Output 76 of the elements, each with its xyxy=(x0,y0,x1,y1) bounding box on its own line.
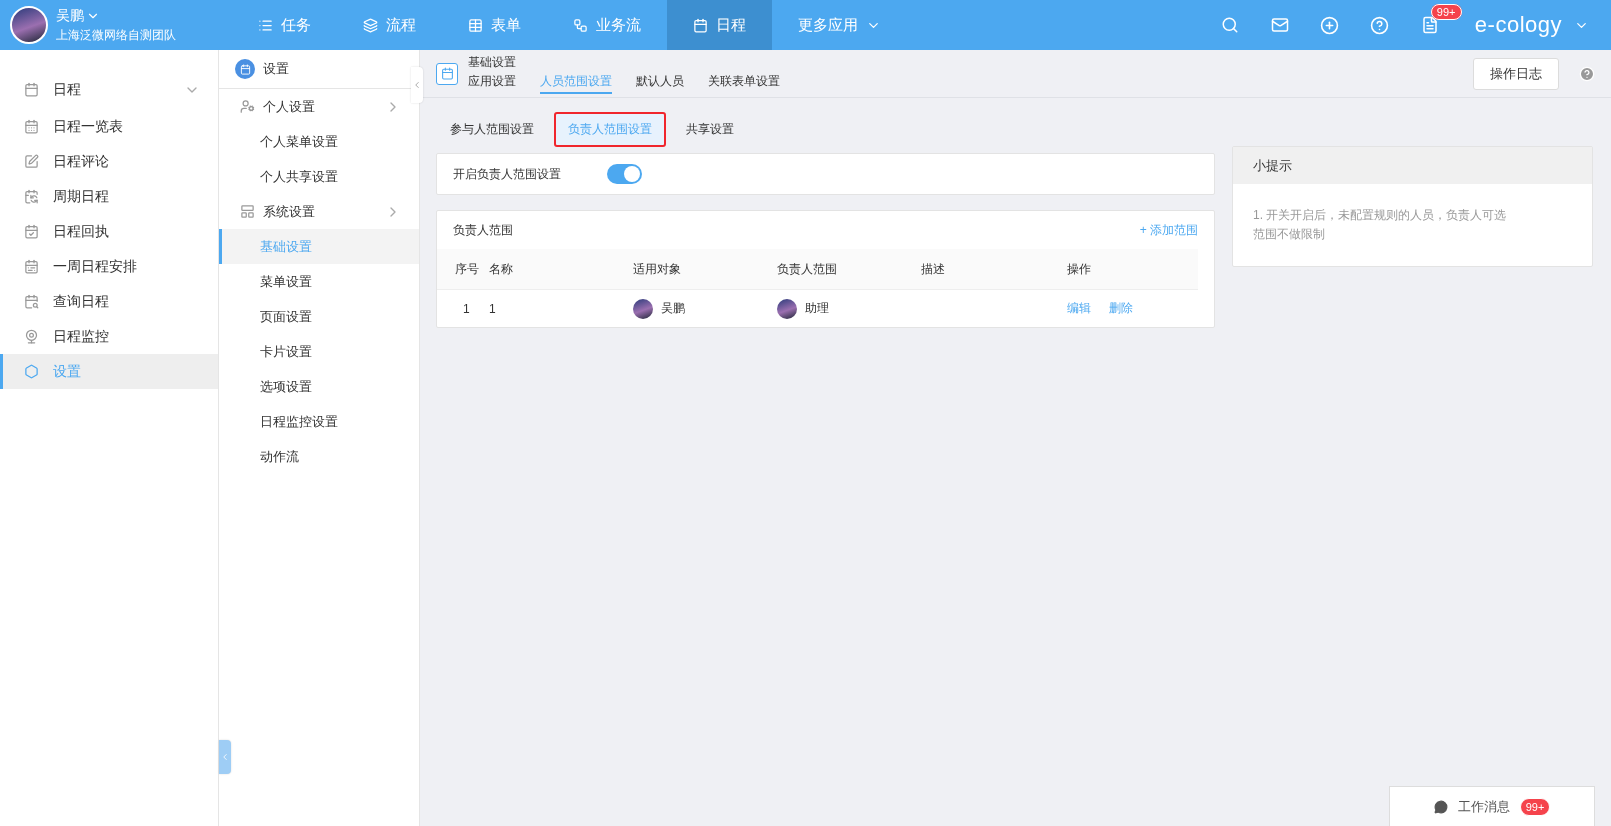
card-title: 负责人范围 xyxy=(453,221,513,239)
column-header: 序号 xyxy=(437,249,489,289)
message-badge: 99+ xyxy=(1519,797,1551,816)
user-gear-icon xyxy=(240,99,255,114)
help-icon[interactable] xyxy=(1579,65,1595,82)
calendar-icon xyxy=(24,82,39,97)
column-header: 描述 xyxy=(921,249,1067,289)
column-header: 名称 xyxy=(489,249,633,289)
menu-item[interactable]: 选项设置 xyxy=(219,369,419,404)
menu-title: 设置 xyxy=(263,60,289,78)
sub-tab[interactable]: 共享设置 xyxy=(672,112,748,147)
calendar-icon xyxy=(436,62,458,85)
edit-icon xyxy=(24,154,39,169)
mail-icon[interactable] xyxy=(1270,16,1289,34)
workflow-icon xyxy=(573,17,588,33)
sidebar-item[interactable]: 一周日程安排 xyxy=(0,249,218,284)
search-icon[interactable] xyxy=(1220,16,1239,34)
document-icon[interactable] xyxy=(1420,16,1439,34)
menu-item[interactable]: 页面设置 xyxy=(219,299,419,334)
calendar-search-icon xyxy=(24,294,39,309)
column-header: 适用对象 xyxy=(633,249,777,289)
webcam-icon xyxy=(24,329,39,344)
column-header: 负责人范围 xyxy=(777,249,921,289)
collapse-handle[interactable] xyxy=(411,67,423,103)
page-tab[interactable]: 关联表单设置 xyxy=(708,72,780,94)
menu-group[interactable]: 系统设置 xyxy=(219,194,419,229)
calendar-icon xyxy=(24,224,39,239)
table-icon xyxy=(468,17,483,33)
menu-group[interactable]: 个人设置 xyxy=(219,89,419,124)
calendar-icon xyxy=(24,259,39,274)
calendar-icon xyxy=(24,119,39,134)
menu-item[interactable]: 卡片设置 xyxy=(219,334,419,369)
hexagon-icon xyxy=(24,364,39,379)
add-icon[interactable] xyxy=(1320,15,1340,35)
log-button[interactable]: 操作日志 xyxy=(1473,57,1559,90)
toggle-switch[interactable] xyxy=(607,164,642,184)
panel-icon xyxy=(240,204,255,219)
notification-badge: 99+ xyxy=(1430,4,1462,20)
calendar-icon xyxy=(693,17,708,33)
toggle-label: 开启负责人范围设置 xyxy=(453,165,561,183)
settings-badge-icon xyxy=(235,59,255,79)
messages-button[interactable]: 工作消息 99+ xyxy=(1389,786,1595,826)
page-tab[interactable]: 默认人员 xyxy=(636,72,684,94)
menu-item[interactable]: 动作流 xyxy=(219,439,419,474)
page-tab[interactable]: 应用设置 xyxy=(468,72,516,94)
sidebar-item[interactable]: 日程一览表 xyxy=(0,109,218,144)
sidebar-item[interactable]: 周期日程 xyxy=(0,179,218,214)
page-title: 基础设置 xyxy=(468,53,517,71)
calendar-icon xyxy=(24,189,39,204)
expand-handle[interactable] xyxy=(219,740,231,774)
column-header: 操作 xyxy=(1067,249,1198,289)
menu-item[interactable]: 个人共享设置 xyxy=(219,159,419,194)
menu-item[interactable]: 个人菜单设置 xyxy=(219,124,419,159)
chat-icon xyxy=(1433,799,1448,814)
tips-text: 1. 开关开启后，未配置规则的人员，负责人可选范围不做限制 xyxy=(1252,207,1508,243)
tips-title: 小提示 xyxy=(1253,156,1292,175)
menu-item[interactable]: 日程监控设置 xyxy=(219,404,419,439)
brand-logo: e-cology xyxy=(1474,12,1562,38)
table-cell: 1 xyxy=(489,289,633,327)
table-cell: 助理 xyxy=(777,289,921,327)
table-cell: 1 xyxy=(437,289,489,327)
sidebar-item[interactable]: 查询日程 xyxy=(0,284,218,319)
user-avatar xyxy=(633,298,653,319)
menu-item[interactable]: 菜单设置 xyxy=(219,264,419,299)
sub-tab[interactable]: 参与人范围设置 xyxy=(436,112,548,147)
sidebar-item[interactable]: 日程回执 xyxy=(0,214,218,249)
layers-icon xyxy=(363,17,378,33)
sidebar-item[interactable]: 日程监控 xyxy=(0,319,218,354)
user-avatar[interactable] xyxy=(10,6,48,44)
list-icon xyxy=(258,17,273,33)
sidebar-group[interactable]: 日程 xyxy=(0,72,218,107)
sidebar-item[interactable]: 日程评论 xyxy=(0,144,218,179)
org-name: 上海泛微网络自测团队 xyxy=(56,26,176,44)
user-avatar xyxy=(777,298,797,319)
table-cell: 吴鹏 xyxy=(633,289,777,327)
help-icon[interactable] xyxy=(1370,15,1390,35)
